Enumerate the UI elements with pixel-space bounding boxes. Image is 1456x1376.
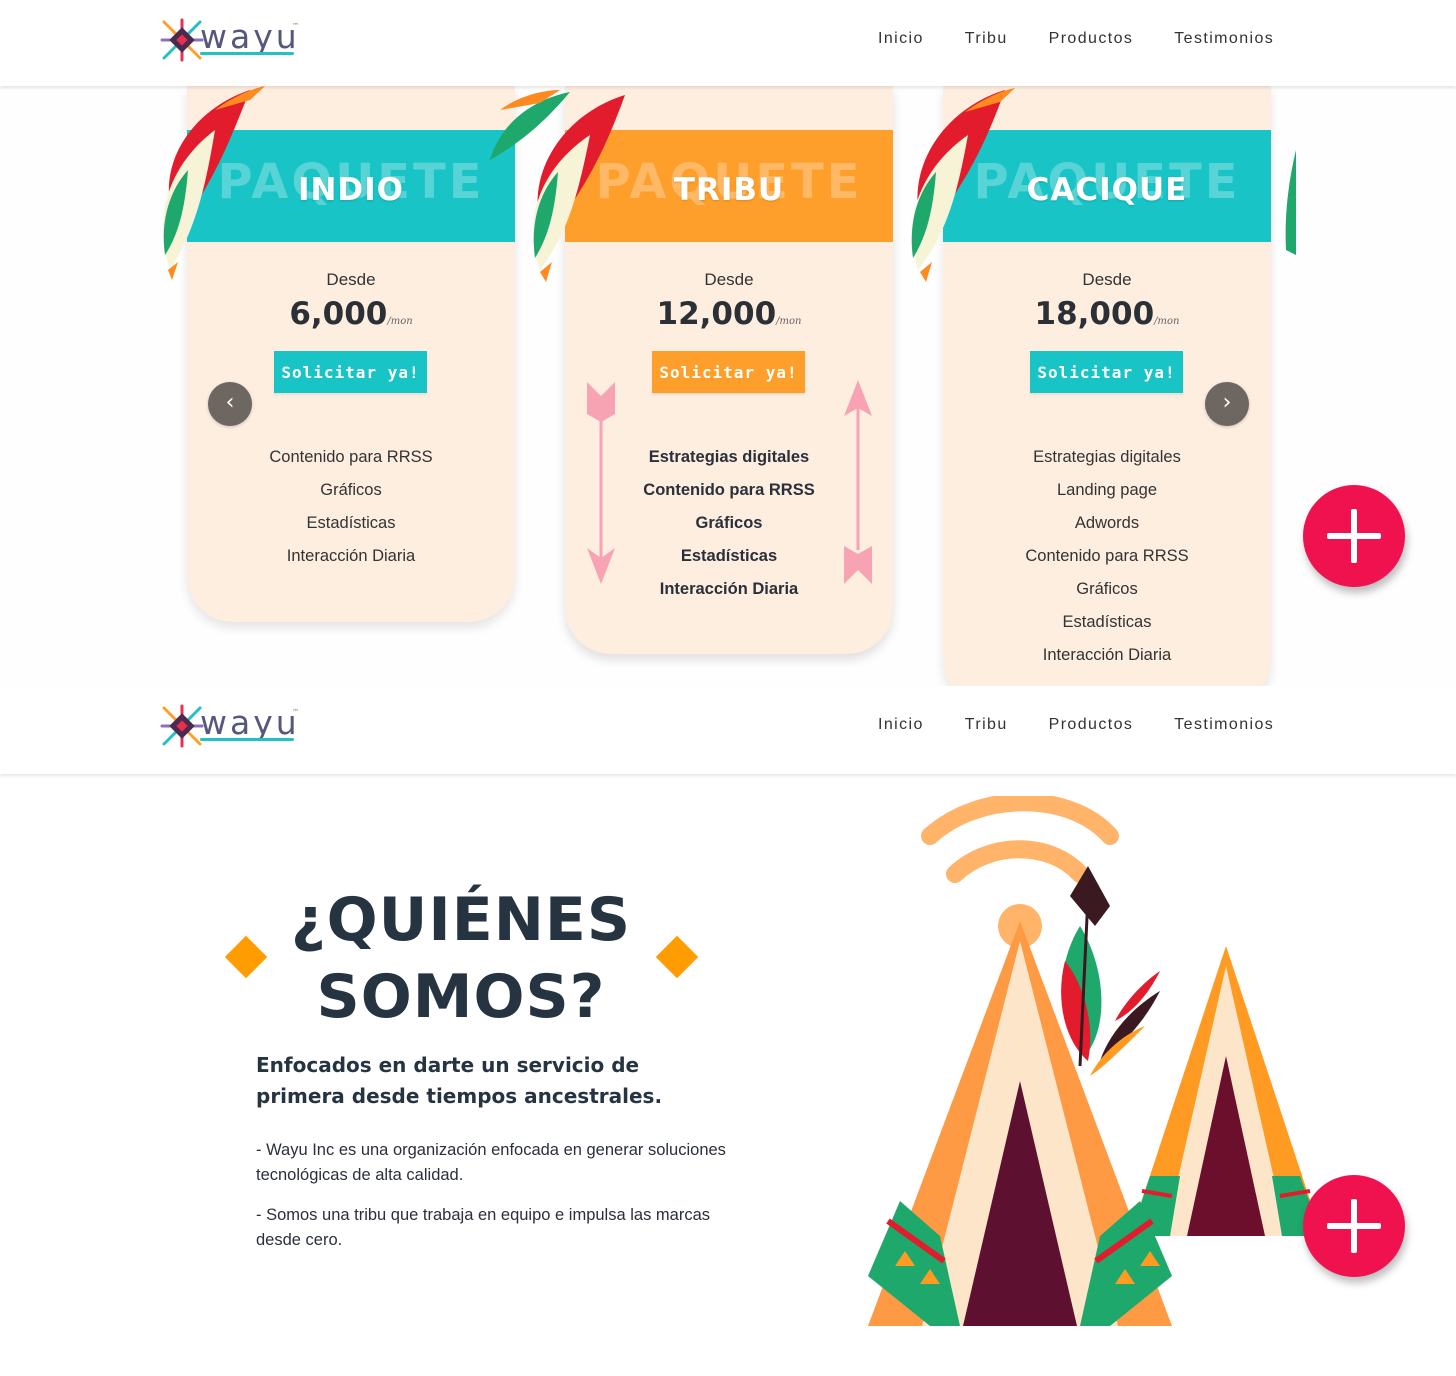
nav-menu: Inicio Tribu Productos Testimonios bbox=[878, 30, 1315, 48]
feature-item: Gráficos bbox=[320, 481, 382, 499]
logo-mark-icon bbox=[160, 704, 204, 748]
about-title-line1: ¿QUIÉNES bbox=[290, 885, 632, 955]
pricing-card-tribu: PAQUETE TRIBU Desde 12,000/mon Solicitar… bbox=[565, 86, 893, 654]
price-row: 6,000/mon bbox=[187, 296, 515, 332]
logo-text: wayu bbox=[200, 703, 300, 742]
feature-item: Estadísticas bbox=[1062, 613, 1152, 631]
about-title: ¿QUIÉNES SOMOS? bbox=[230, 882, 692, 1036]
solicitar-button[interactable]: Solicitar ya! bbox=[274, 351, 427, 393]
big-teepee-icon bbox=[868, 921, 1172, 1326]
feature-item: Contenido para RRSS bbox=[269, 448, 433, 466]
desde-label: Desde bbox=[326, 270, 376, 289]
logo-tm: ™ bbox=[292, 22, 299, 30]
nav-inicio[interactable]: Inicio bbox=[878, 30, 924, 48]
feature-item: Contenido para RRSS bbox=[643, 481, 815, 499]
nav-productos[interactable]: Productos bbox=[1049, 716, 1134, 734]
feature-item: Landing page bbox=[1056, 481, 1157, 499]
price-unit: /mon bbox=[387, 316, 413, 327]
fab-add-button[interactable] bbox=[1303, 485, 1405, 587]
carousel-next-button[interactable]: › bbox=[1205, 382, 1249, 426]
pricing-card-indio: PAQUETE INDIO Desde 6,000/mon Solicitar … bbox=[187, 86, 515, 622]
logo[interactable]: wayu ™ bbox=[160, 16, 305, 64]
about-paragraph-2: - Somos una tribu que trabaja en equipo … bbox=[256, 1206, 710, 1249]
nav-menu: Inicio Tribu Productos Testimonios bbox=[878, 716, 1315, 734]
feature-item: Contenido para RRSS bbox=[1025, 547, 1189, 565]
feature-item: Adwords bbox=[1074, 514, 1140, 532]
nav-testimonios[interactable]: Testimonios bbox=[1174, 716, 1274, 734]
feature-list: Estrategias digitales Landing page Adwor… bbox=[943, 444, 1271, 675]
price-row: 18,000/mon bbox=[943, 296, 1271, 332]
nav-productos[interactable]: Productos bbox=[1049, 30, 1134, 48]
pricing-section: wayu ™ Inicio Tribu Productos Testimonio… bbox=[0, 0, 1456, 686]
feature-item: Estrategias digitales bbox=[648, 448, 810, 466]
about-subtitle: Enfocados en darte un servicio de primer… bbox=[256, 1053, 663, 1108]
feature-item: Interacción Diaria bbox=[659, 580, 799, 598]
about-section: wayu ™ Inicio Tribu Productos Testimonio… bbox=[0, 686, 1456, 1376]
card-header: PAQUETE INDIO bbox=[187, 130, 515, 242]
nav-tribu[interactable]: Tribu bbox=[965, 30, 1008, 48]
logo[interactable]: wayu ™ bbox=[160, 702, 305, 750]
logo-mark-icon bbox=[160, 18, 204, 62]
about-paragraph-1: - Wayu Inc es una organización enfocada … bbox=[256, 1141, 726, 1184]
fab-add-button[interactable] bbox=[1303, 1175, 1405, 1277]
logo-underline bbox=[200, 738, 294, 741]
nav-inicio[interactable]: Inicio bbox=[878, 716, 924, 734]
logo-text: wayu bbox=[200, 17, 300, 56]
navbar: wayu ™ Inicio Tribu Productos Testimonio… bbox=[0, 0, 1456, 86]
nav-testimonios[interactable]: Testimonios bbox=[1174, 30, 1274, 48]
navbar: wayu ™ Inicio Tribu Productos Testimonio… bbox=[0, 686, 1456, 774]
package-name: TRIBU bbox=[673, 172, 785, 208]
logo-underline bbox=[200, 52, 294, 55]
feature-list: Estrategias digitales Contenido para RRS… bbox=[565, 444, 893, 609]
card-header: PAQUETE TRIBU bbox=[565, 130, 893, 242]
desde-label: Desde bbox=[1082, 270, 1132, 289]
desde-label: Desde bbox=[704, 270, 754, 289]
package-name: CACIQUE bbox=[1026, 172, 1188, 208]
feature-item: Gráficos bbox=[695, 514, 763, 532]
feature-item: Estadísticas bbox=[306, 514, 396, 532]
wifi-icon bbox=[921, 796, 1119, 883]
feature-item: Estrategias digitales bbox=[1033, 448, 1181, 466]
nav-tribu[interactable]: Tribu bbox=[965, 716, 1008, 734]
feather-group-icon bbox=[1061, 866, 1160, 1076]
chevron-right-icon: › bbox=[1222, 390, 1232, 415]
feature-item: Gráficos bbox=[1076, 580, 1138, 598]
price-value: 12,000 bbox=[656, 296, 777, 332]
feature-item: Estadísticas bbox=[680, 547, 778, 565]
logo-tm: ™ bbox=[292, 708, 299, 716]
price-value: 18,000 bbox=[1034, 296, 1155, 332]
solicitar-button[interactable]: Solicitar ya! bbox=[1030, 351, 1183, 393]
feature-item: Interacción Diaria bbox=[1042, 646, 1172, 664]
price-value: 6,000 bbox=[289, 296, 388, 332]
package-name: INDIO bbox=[297, 172, 405, 208]
card-header: PAQUETE CACIQUE bbox=[943, 130, 1271, 242]
feature-item: Interacción Diaria bbox=[286, 547, 416, 565]
about-title-line2: SOMOS? bbox=[316, 962, 606, 1032]
carousel-prev-button[interactable]: ‹ bbox=[208, 382, 252, 426]
small-teepee-icon bbox=[1130, 946, 1322, 1236]
chevron-left-icon: ‹ bbox=[225, 390, 235, 415]
price-unit: /mon bbox=[1154, 316, 1180, 327]
feature-list: Contenido para RRSS Gráficos Estadística… bbox=[187, 444, 515, 576]
teepee-illustration bbox=[868, 796, 1322, 1326]
price-row: 12,000/mon bbox=[565, 296, 893, 332]
price-unit: /mon bbox=[776, 316, 802, 327]
